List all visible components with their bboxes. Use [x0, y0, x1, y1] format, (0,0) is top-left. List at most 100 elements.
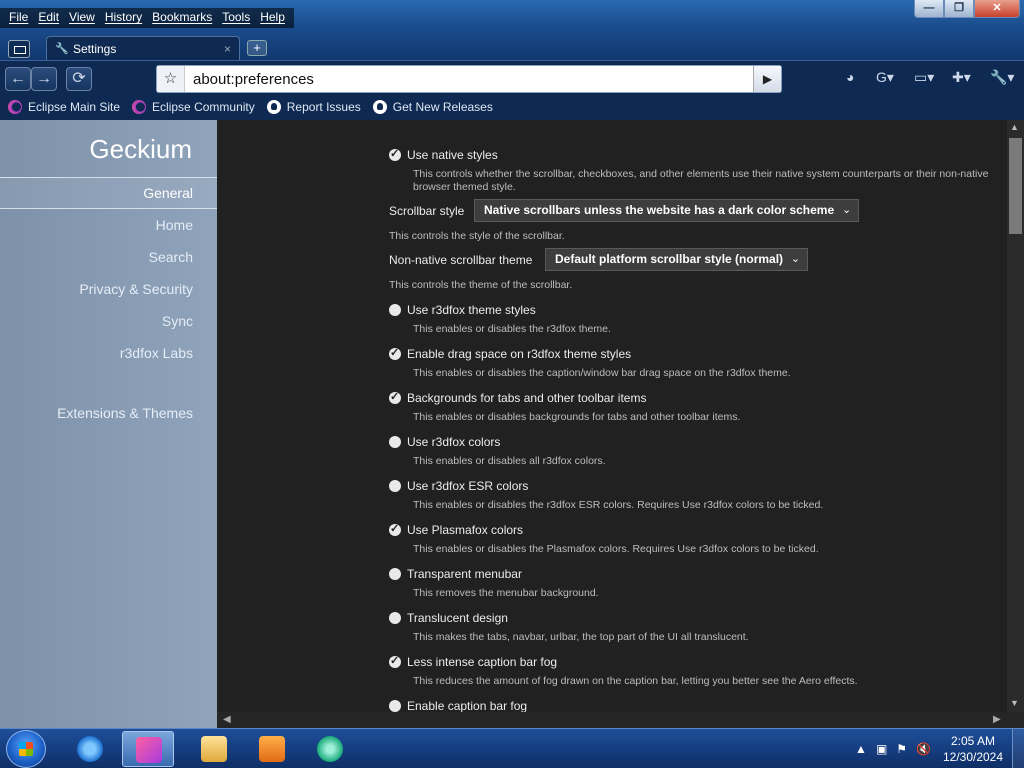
- checkbox[interactable]: [389, 346, 401, 360]
- clock-date: 12/30/2024: [942, 750, 1004, 764]
- url-bar: ☆ ▶: [156, 65, 782, 93]
- bookmark-star-icon[interactable]: ☆: [157, 66, 185, 92]
- window-titlebar: File Edit View History Bookmarks Tools H…: [0, 0, 1024, 60]
- menu-view[interactable]: View: [64, 8, 100, 28]
- scrollbar-theme-select[interactable]: Default platform scrollbar style (normal…: [545, 248, 809, 271]
- option-enable-caption-bar-fog[interactable]: Enable caption bar fog: [389, 699, 527, 712]
- option-use-r3dfox-colors[interactable]: Use r3dfox colors: [389, 435, 500, 449]
- show-hidden-icons-icon[interactable]: ▲: [855, 742, 867, 756]
- checkbox[interactable]: [389, 522, 401, 536]
- menu-bookmarks[interactable]: Bookmarks: [147, 8, 217, 28]
- taskbar-app[interactable]: [304, 731, 356, 767]
- menu-help[interactable]: Help: [255, 8, 290, 28]
- option-backgrounds-for-tabs-and-other-toolbar-items[interactable]: Backgrounds for tabs and other toolbar i…: [389, 390, 646, 405]
- menu-tools[interactable]: Tools: [217, 8, 255, 28]
- scrollbar-style-description: This controls the style of the scrollbar…: [389, 230, 565, 242]
- checkbox[interactable]: [389, 568, 401, 580]
- network-icon[interactable]: ▣: [876, 742, 887, 756]
- option-description: This controls whether the scrollbar, che…: [413, 168, 989, 193]
- start-button[interactable]: [6, 730, 46, 768]
- tab-strip: 🔧 Settings × +: [0, 36, 1024, 60]
- option-use-r3dfox-esr-colors[interactable]: Use r3dfox ESR colors: [389, 479, 528, 493]
- taskbar-file-explorer[interactable]: [188, 731, 240, 767]
- scroll-down-icon[interactable]: ▼: [1010, 698, 1019, 708]
- bookmarks-toolbar: Eclipse Main Site Eclipse Community Repo…: [0, 94, 1024, 120]
- extension-icon[interactable]: ◕: [846, 69, 854, 89]
- option-description: This enables or disables all r3dfox colo…: [413, 455, 606, 467]
- scroll-right-icon[interactable]: ▶: [993, 714, 1001, 725]
- vertical-scrollbar[interactable]: ▲ ▼: [1007, 120, 1024, 712]
- option-description: This enables or disables the r3dfox them…: [413, 323, 611, 335]
- back-button[interactable]: ←: [5, 67, 31, 91]
- tab-title: Settings: [73, 41, 117, 56]
- volume-muted-icon[interactable]: 🔇: [916, 742, 931, 756]
- option-transparent-menubar[interactable]: Transparent menubar: [389, 567, 522, 581]
- tab-list-button[interactable]: [8, 40, 30, 58]
- sidebar-item-home[interactable]: Home: [156, 217, 193, 233]
- menu-history[interactable]: History: [100, 8, 147, 28]
- taskbar-media-player[interactable]: [246, 731, 298, 767]
- menu-edit[interactable]: Edit: [33, 8, 64, 28]
- bookmark-eclipse-community[interactable]: Eclipse Community: [132, 100, 255, 114]
- menu-file[interactable]: File: [4, 8, 33, 28]
- tab-settings[interactable]: 🔧 Settings ×: [46, 36, 240, 60]
- sidebar-item-privacy-security[interactable]: Privacy & Security: [79, 281, 193, 297]
- sidebar-item-sync[interactable]: Sync: [162, 313, 193, 329]
- scroll-left-icon[interactable]: ◀: [223, 714, 231, 725]
- forward-button[interactable]: →: [31, 67, 57, 91]
- option-use-plasmafox-colors[interactable]: Use Plasmafox colors: [389, 522, 523, 537]
- taskbar-internet-explorer[interactable]: [64, 731, 116, 767]
- eclipse-icon: [8, 100, 22, 114]
- horizontal-scrollbar[interactable]: ◀ ▶: [217, 712, 1024, 728]
- sidebar-item-search[interactable]: Search: [149, 249, 193, 265]
- system-tray: ▲ ▣ ⚑ 🔇 2:05 AM 12/30/2024: [855, 729, 1024, 768]
- wrench-menu-icon[interactable]: 🔧▾: [990, 69, 1014, 89]
- github-icon: [372, 100, 387, 114]
- checkbox[interactable]: [389, 654, 401, 668]
- navigation-bar: ← → ⟳ ☆ ▶ ◕ G▾ ▭▾ ✚▾ 🔧▾: [0, 60, 1024, 94]
- minimize-button[interactable]: —: [914, 0, 944, 18]
- page-menu-icon[interactable]: ▭▾: [914, 69, 934, 89]
- checkbox[interactable]: [389, 612, 401, 624]
- option-native-styles[interactable]: Use native styles: [389, 147, 498, 162]
- checkbox[interactable]: [389, 147, 401, 161]
- chevron-down-icon: ⌄: [790, 253, 801, 265]
- google-search-icon[interactable]: G▾: [876, 69, 894, 89]
- scroll-up-icon[interactable]: ▲: [1010, 122, 1019, 132]
- bookmark-report-issues[interactable]: Report Issues: [266, 100, 361, 114]
- bookmark-eclipse-main-site[interactable]: Eclipse Main Site: [8, 100, 120, 114]
- reload-button[interactable]: ⟳: [66, 67, 92, 91]
- clock[interactable]: 2:05 AM 12/30/2024: [940, 733, 1006, 765]
- option-translucent-design[interactable]: Translucent design: [389, 611, 508, 625]
- option-use-r3dfox-theme-styles[interactable]: Use r3dfox theme styles: [389, 303, 536, 317]
- brand-title: Geckium: [89, 134, 192, 164]
- chevron-down-icon: ⌄: [841, 204, 852, 216]
- maximize-button[interactable]: ❐: [944, 0, 974, 18]
- checkbox[interactable]: [389, 480, 401, 492]
- scrollbar-thumb[interactable]: [1009, 138, 1022, 234]
- option-description: This enables or disables the caption/win…: [413, 367, 791, 379]
- checkbox[interactable]: [389, 390, 401, 404]
- checkbox[interactable]: [389, 304, 401, 316]
- sidebar-item-extensions-themes[interactable]: Extensions & Themes: [57, 405, 193, 421]
- github-icon: [266, 100, 281, 114]
- go-button[interactable]: ▶: [753, 66, 781, 92]
- url-input[interactable]: [185, 67, 753, 91]
- tab-close-icon[interactable]: ×: [224, 42, 231, 56]
- action-center-flag-icon[interactable]: ⚑: [896, 742, 907, 756]
- bookmark-get-new-releases[interactable]: Get New Releases: [372, 100, 493, 114]
- scrollbar-style-select[interactable]: Native scrollbars unless the website has…: [474, 199, 860, 222]
- checkbox[interactable]: [389, 436, 401, 448]
- window-controls: — ❐ ✕: [914, 0, 1020, 18]
- sidebar-item-general[interactable]: General: [0, 177, 217, 209]
- close-window-button[interactable]: ✕: [974, 0, 1020, 18]
- show-desktop-button[interactable]: [1012, 729, 1024, 768]
- sidebar-item-r3dfox-labs[interactable]: r3dfox Labs: [120, 345, 193, 361]
- new-tab-button[interactable]: +: [247, 40, 267, 56]
- option-less-intense-caption-bar-fog[interactable]: Less intense caption bar fog: [389, 654, 557, 669]
- checkbox[interactable]: [389, 700, 401, 712]
- extensions-puzzle-icon[interactable]: ✚▾: [952, 69, 971, 89]
- taskbar-browser[interactable]: [122, 731, 174, 767]
- option-enable-drag-space-on-r3dfox-theme-styles[interactable]: Enable drag space on r3dfox theme styles: [389, 346, 631, 361]
- option-description: This enables or disables backgrounds for…: [413, 411, 741, 423]
